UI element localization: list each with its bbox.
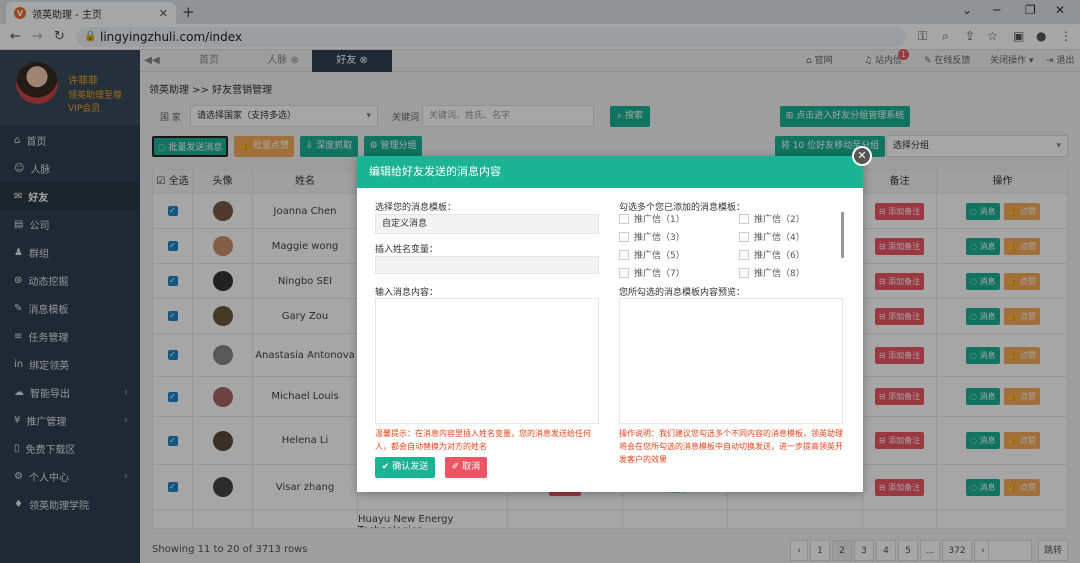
template-label: 推广信（5） [634, 251, 685, 261]
template-checkbox[interactable]: 推广信（3） [619, 230, 685, 243]
checkbox-icon[interactable] [739, 267, 749, 278]
template-label: 推广信（7） [634, 269, 685, 279]
template-checkbox[interactable]: 推广信（6） [739, 248, 805, 261]
template-label: 推广信（6） [754, 251, 805, 261]
template-label: 推广信（2） [754, 215, 805, 225]
hint-left: 温馨提示：在消息内容里插入姓名变量，您的消息发送给任何人，都会自动替换为对方的姓… [375, 429, 591, 451]
checkbox-icon[interactable] [739, 213, 749, 224]
template-checkbox[interactable]: 推广信（2） [739, 212, 805, 225]
name-variable-label: 插入姓名变量： [375, 245, 439, 255]
checkbox-icon[interactable] [619, 213, 629, 224]
template-label: 推广信（1） [634, 215, 685, 225]
cancel-button[interactable]: ✐ 取消 [445, 457, 487, 478]
checkbox-icon[interactable] [619, 249, 629, 260]
checkbox-icon[interactable] [739, 249, 749, 260]
send-message-dialog: 编辑给好友发送的消息内容 选择您的消息模板： 自定义消息 插入姓名变量： 输入消… [357, 156, 863, 492]
close-dialog-icon[interactable]: ✕ [852, 146, 872, 166]
confirm-send-button[interactable]: ✔ 确认发送 [375, 457, 435, 478]
template-checkbox[interactable]: 推广信（8） [739, 266, 805, 279]
preview-textarea[interactable] [619, 298, 843, 424]
template-label: 推广信（4） [754, 233, 805, 243]
checkbox-icon[interactable] [619, 231, 629, 242]
template-checkbox[interactable]: 推广信（4） [739, 230, 805, 243]
template-select-label: 选择您的消息模板： [375, 203, 457, 213]
dialog-title: 编辑给好友发送的消息内容 [357, 156, 863, 188]
checkbox-icon[interactable] [739, 231, 749, 242]
message-content-textarea[interactable] [375, 298, 599, 424]
checkbox-icon[interactable] [619, 267, 629, 278]
template-checkbox[interactable]: 推广信（5） [619, 248, 685, 261]
template-label: 推广信（3） [634, 233, 685, 243]
name-variable-select[interactable] [375, 256, 599, 274]
hint-right: 操作说明：我们建议您勾选多个不同内容的消息模板，领英助理将会在您所勾选的消息模板… [619, 429, 843, 464]
template-scrollbar[interactable] [841, 212, 844, 258]
template-checkbox[interactable]: 推广信（7） [619, 266, 685, 279]
template-select[interactable]: 自定义消息 [375, 214, 599, 234]
template-label: 推广信（8） [754, 269, 805, 279]
message-content-label: 输入消息内容： [375, 288, 439, 298]
preview-label: 您所勾选的消息模板内容预览： [619, 288, 746, 298]
template-checkbox[interactable]: 推广信（1） [619, 212, 685, 225]
